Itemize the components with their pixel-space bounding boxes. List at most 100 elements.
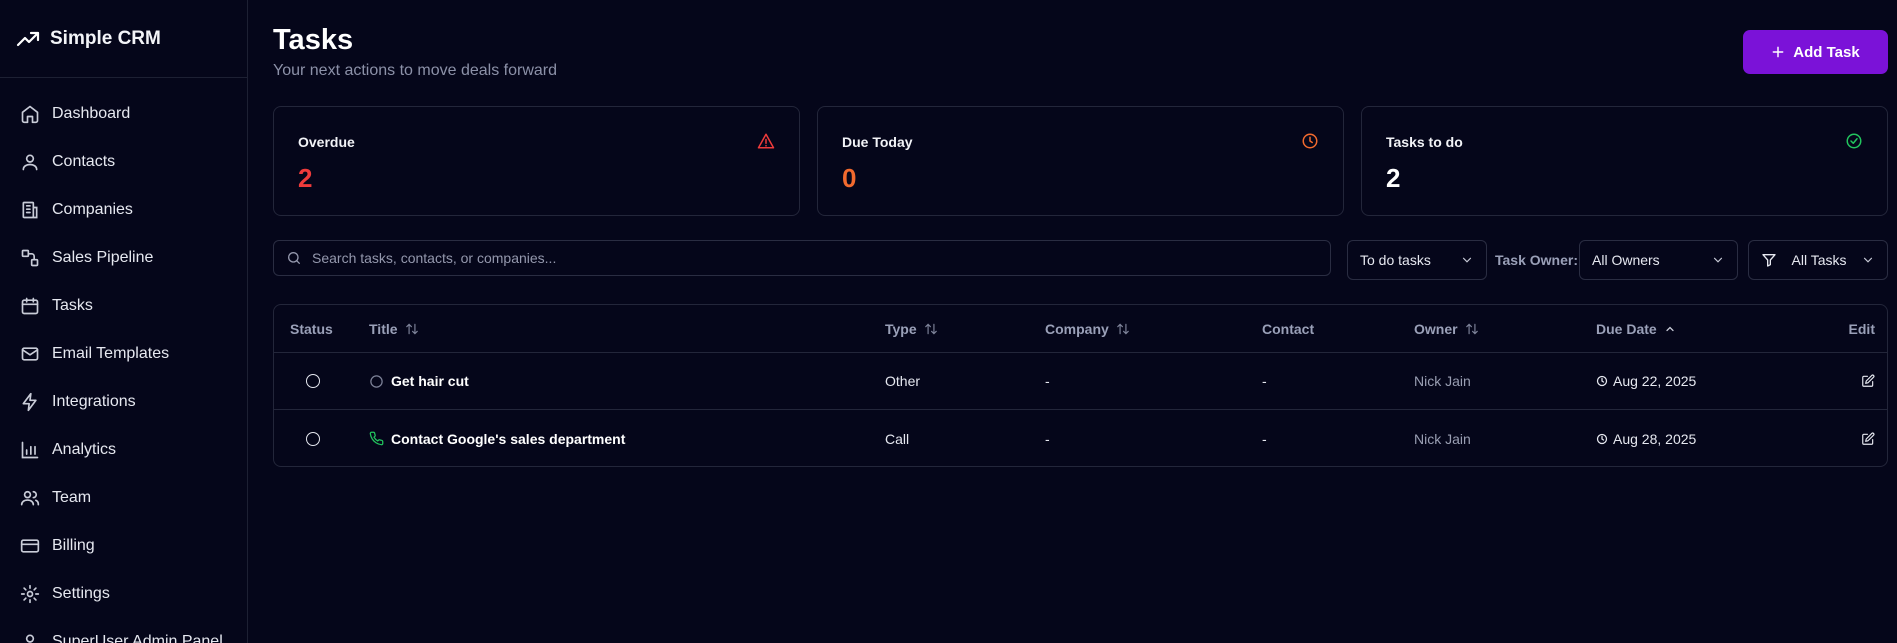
brand[interactable]: Simple CRM: [0, 0, 247, 78]
col-company[interactable]: Company: [1045, 321, 1130, 337]
sort-icon: [1465, 322, 1479, 336]
sidebar-item-label: Integrations: [52, 393, 136, 410]
search-box[interactable]: [273, 240, 1331, 276]
edit-button[interactable]: [1861, 374, 1875, 388]
status-cell: [306, 374, 320, 388]
col-edit: Edit: [1849, 321, 1875, 337]
due-today-value: 0: [842, 163, 857, 193]
add-task-button[interactable]: Add Task: [1743, 30, 1888, 74]
owner-cell: Nick Jain: [1414, 373, 1471, 389]
due-cell: Aug 28, 2025: [1596, 431, 1696, 447]
sidebar-item-label: Billing: [52, 537, 95, 554]
col-edit-label: Edit: [1848, 320, 1875, 337]
search-input[interactable]: [312, 250, 1330, 266]
due-today-label: Due Today: [842, 134, 913, 150]
status-filter-select[interactable]: To do tasks: [1347, 240, 1487, 280]
sidebar-item-sales-pipeline[interactable]: Sales Pipeline: [0, 234, 247, 282]
sidebar-item-dashboard[interactable]: Dashboard: [0, 90, 247, 138]
task-title[interactable]: Contact Google's sales department: [391, 431, 625, 447]
task-type-filter-value: All Tasks: [1791, 252, 1847, 268]
table-row[interactable]: Contact Google's sales department Call -…: [274, 410, 1887, 467]
edit-icon: [1861, 374, 1875, 388]
col-type[interactable]: Type: [885, 321, 938, 337]
page-subtitle: Your next actions to move deals forward: [273, 62, 558, 79]
users-icon: [20, 488, 40, 508]
sidebar-item-analytics[interactable]: Analytics: [0, 426, 247, 474]
col-owner-label: Owner: [1414, 320, 1458, 337]
credit-card-icon: [20, 536, 40, 556]
sidebar-item-label: Dashboard: [52, 105, 131, 122]
status-toggle[interactable]: [306, 374, 320, 388]
col-contact-label: Contact: [1262, 320, 1315, 337]
app-name: Simple CRM: [50, 27, 161, 49]
tasks-table: Status Title Type Company Contact Owner …: [273, 304, 1888, 467]
zap-icon: [20, 392, 40, 412]
user-icon: [20, 632, 40, 643]
add-task-label: Add Task: [1793, 43, 1860, 61]
sidebar-item-team[interactable]: Team: [0, 474, 247, 522]
search-icon: [286, 250, 302, 266]
sidebar-item-label: SuperUser Admin Panel: [52, 633, 223, 643]
type-cell: Call: [885, 430, 910, 447]
owner-filter-value: All Owners: [1592, 252, 1660, 268]
mail-icon: [20, 344, 40, 364]
task-type-filter-select[interactable]: All Tasks: [1748, 240, 1888, 280]
sidebar-item-label: Tasks: [52, 297, 93, 314]
sidebar-item-contacts[interactable]: Contacts: [0, 138, 247, 186]
due-today-card: Due Today 0: [817, 106, 1344, 216]
edit-button[interactable]: [1861, 432, 1875, 446]
col-due-date[interactable]: Due Date: [1596, 321, 1676, 337]
company-cell: -: [1045, 430, 1050, 447]
sidebar-item-email-templates[interactable]: Email Templates: [0, 330, 247, 378]
sidebar-item-superuser-admin[interactable]: SuperUser Admin Panel: [0, 618, 247, 643]
table-header: Status Title Type Company Contact Owner …: [274, 305, 1887, 353]
overdue-card: Overdue 2: [273, 106, 800, 216]
col-company-label: Company: [1045, 320, 1109, 337]
status-toggle[interactable]: [306, 431, 320, 446]
contact-cell: -: [1262, 373, 1267, 389]
tasks-todo-label: Tasks to do: [1386, 134, 1463, 150]
home-icon: [20, 104, 40, 124]
user-icon: [20, 152, 40, 172]
owner-filter-select[interactable]: All Owners: [1579, 240, 1738, 280]
task-title[interactable]: Get hair cut: [391, 373, 469, 389]
workflow-icon: [20, 248, 40, 268]
title-cell: Get hair cut: [369, 373, 469, 389]
due-date-text: Aug 28, 2025: [1613, 430, 1697, 447]
due-date-text: Aug 22, 2025: [1613, 373, 1697, 389]
sidebar-item-integrations[interactable]: Integrations: [0, 378, 247, 426]
sidebar-item-tasks[interactable]: Tasks: [0, 282, 247, 330]
sidebar-item-settings[interactable]: Settings: [0, 570, 247, 618]
col-owner[interactable]: Owner: [1414, 321, 1479, 337]
tasks-todo-value: 2: [1386, 163, 1401, 193]
table-row[interactable]: Get hair cut Other - - Nick Jain Aug 22,…: [274, 353, 1887, 410]
sidebar-item-companies[interactable]: Companies: [0, 186, 247, 234]
gear-icon: [20, 584, 40, 604]
sort-icon: [405, 322, 419, 336]
contact-cell: -: [1262, 430, 1267, 447]
col-status: Status: [290, 321, 333, 337]
col-contact: Contact: [1262, 321, 1314, 337]
col-due-label: Due Date: [1596, 320, 1657, 337]
main-content: Tasks Your next actions to move deals fo…: [249, 0, 1897, 643]
type-cell: Other: [885, 373, 921, 389]
overdue-label: Overdue: [298, 134, 355, 150]
sort-icon: [924, 322, 938, 336]
check-circle-icon: [1845, 132, 1863, 150]
sidebar-item-billing[interactable]: Billing: [0, 522, 247, 570]
filter-icon: [1761, 252, 1777, 268]
calendar-icon: [20, 296, 40, 316]
sidebar-item-label: Sales Pipeline: [52, 249, 154, 266]
edit-icon: [1861, 432, 1875, 446]
col-title[interactable]: Title: [369, 321, 419, 337]
col-title-label: Title: [369, 320, 398, 337]
overdue-value: 2: [298, 163, 313, 193]
due-cell: Aug 22, 2025: [1596, 373, 1696, 389]
sidebar-item-label: Analytics: [52, 441, 117, 458]
phone-icon: [369, 431, 384, 446]
col-type-label: Type: [885, 320, 917, 337]
sidebar-item-label: Settings: [52, 585, 110, 602]
stat-cards: Overdue 2 Due Today 0 Tasks to do 2: [273, 106, 1888, 216]
clock-icon: [1596, 433, 1608, 445]
trending-up-icon: [16, 27, 40, 51]
